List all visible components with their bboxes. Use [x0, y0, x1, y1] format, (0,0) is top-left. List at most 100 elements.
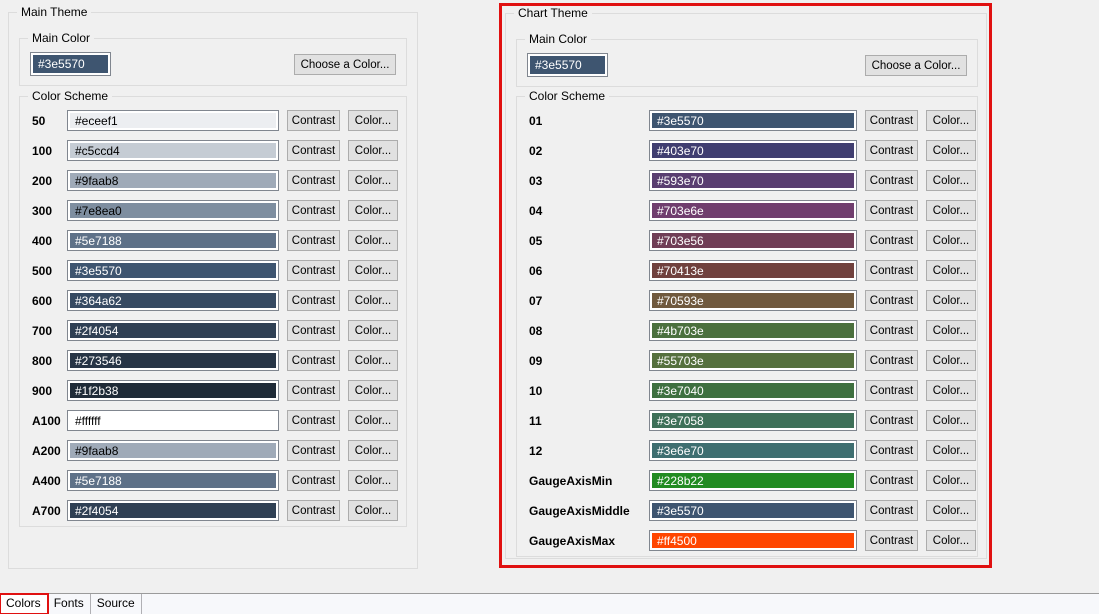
color-hex-field[interactable]: #70413e	[649, 260, 857, 281]
tab-fonts[interactable]: Fonts	[48, 594, 91, 614]
color-picker-button[interactable]: Color...	[926, 140, 976, 161]
contrast-button[interactable]: Contrast	[287, 320, 340, 341]
color-hex-field[interactable]: #9faab8	[67, 170, 279, 191]
color-picker-button[interactable]: Color...	[926, 320, 976, 341]
contrast-button[interactable]: Contrast	[865, 170, 918, 191]
color-picker-button[interactable]: Color...	[348, 440, 398, 461]
color-picker-button[interactable]: Color...	[348, 140, 398, 161]
color-picker-button[interactable]: Color...	[348, 230, 398, 251]
contrast-button[interactable]: Contrast	[287, 200, 340, 221]
color-hex-field[interactable]: #703e6e	[649, 200, 857, 221]
color-picker-button[interactable]: Color...	[926, 230, 976, 251]
main-color-field[interactable]: #3e5570	[527, 53, 608, 77]
contrast-button[interactable]: Contrast	[865, 470, 918, 491]
contrast-button[interactable]: Contrast	[287, 410, 340, 431]
contrast-button[interactable]: Contrast	[865, 410, 918, 431]
color-picker-button[interactable]: Color...	[926, 410, 976, 431]
color-hex-field[interactable]: #403e70	[649, 140, 857, 161]
color-hex-field[interactable]: #55703e	[649, 350, 857, 371]
contrast-button[interactable]: Contrast	[865, 380, 918, 401]
color-hex-field[interactable]: #4b703e	[649, 320, 857, 341]
color-picker-button[interactable]: Color...	[348, 110, 398, 131]
contrast-button[interactable]: Contrast	[287, 230, 340, 251]
color-scheme-row: 02#403e70ContrastColor...	[529, 140, 971, 161]
color-hex-field[interactable]: #703e56	[649, 230, 857, 251]
main-color-field[interactable]: #3e5570	[30, 52, 111, 76]
color-hex-field[interactable]: #3e7040	[649, 380, 857, 401]
contrast-button[interactable]: Contrast	[865, 200, 918, 221]
scheme-key-label: 50	[32, 114, 67, 128]
contrast-button[interactable]: Contrast	[865, 500, 918, 521]
color-picker-button[interactable]: Color...	[348, 500, 398, 521]
contrast-button[interactable]: Contrast	[287, 350, 340, 371]
color-hex-field[interactable]: #3e7058	[649, 410, 857, 431]
choose-color-button[interactable]: Choose a Color...	[294, 54, 396, 75]
contrast-button[interactable]: Contrast	[865, 440, 918, 461]
contrast-button[interactable]: Contrast	[287, 290, 340, 311]
color-hex-field[interactable]: #70593e	[649, 290, 857, 311]
contrast-button[interactable]: Contrast	[865, 140, 918, 161]
color-hex-field[interactable]: #5e7188	[67, 470, 279, 491]
color-picker-button[interactable]: Color...	[926, 170, 976, 191]
contrast-button[interactable]: Contrast	[865, 260, 918, 281]
contrast-button[interactable]: Contrast	[287, 470, 340, 491]
color-hex-field[interactable]: #ffffff	[67, 410, 279, 431]
tab-source[interactable]: Source	[91, 594, 142, 614]
contrast-button[interactable]: Contrast	[287, 260, 340, 281]
contrast-button[interactable]: Contrast	[865, 530, 918, 551]
color-hex-field[interactable]: #ff4500	[649, 530, 857, 551]
color-hex-field[interactable]: #2f4054	[67, 500, 279, 521]
contrast-button[interactable]: Contrast	[287, 380, 340, 401]
color-hex-field[interactable]: #c5ccd4	[67, 140, 279, 161]
color-picker-button[interactable]: Color...	[348, 350, 398, 371]
choose-color-button[interactable]: Choose a Color...	[865, 55, 967, 76]
color-hex-field[interactable]: #228b22	[649, 470, 857, 491]
scheme-key-label: 09	[529, 354, 649, 368]
contrast-button[interactable]: Contrast	[287, 110, 340, 131]
color-hex-field[interactable]: #5e7188	[67, 230, 279, 251]
color-hex-field[interactable]: #364a62	[67, 290, 279, 311]
tab-colors[interactable]: Colors	[0, 594, 48, 614]
color-picker-button[interactable]: Color...	[926, 200, 976, 221]
contrast-button[interactable]: Contrast	[865, 320, 918, 341]
contrast-button[interactable]: Contrast	[865, 290, 918, 311]
color-picker-button[interactable]: Color...	[348, 470, 398, 491]
contrast-button[interactable]: Contrast	[287, 440, 340, 461]
color-hex-field[interactable]: #eceef1	[67, 110, 279, 131]
color-hex-field[interactable]: #1f2b38	[67, 380, 279, 401]
color-hex-field[interactable]: #2f4054	[67, 320, 279, 341]
color-scheme-group: Color Scheme 01#3e5570ContrastColor...02…	[516, 96, 978, 557]
color-picker-button[interactable]: Color...	[348, 290, 398, 311]
color-hex-field[interactable]: #3e5570	[67, 260, 279, 281]
color-picker-button[interactable]: Color...	[926, 260, 976, 281]
contrast-button[interactable]: Contrast	[287, 500, 340, 521]
color-picker-button[interactable]: Color...	[348, 260, 398, 281]
color-hex-field[interactable]: #593e70	[649, 170, 857, 191]
color-picker-button[interactable]: Color...	[926, 500, 976, 521]
color-picker-button[interactable]: Color...	[926, 290, 976, 311]
color-hex-field[interactable]: #3e6e70	[649, 440, 857, 461]
color-picker-button[interactable]: Color...	[926, 350, 976, 371]
color-picker-button[interactable]: Color...	[926, 110, 976, 131]
color-hex-field[interactable]: #273546	[67, 350, 279, 371]
color-swatch-fill: #c5ccd4	[70, 143, 276, 158]
color-picker-button[interactable]: Color...	[348, 200, 398, 221]
color-picker-button[interactable]: Color...	[348, 410, 398, 431]
color-hex-field[interactable]: #7e8ea0	[67, 200, 279, 221]
color-hex-field[interactable]: #9faab8	[67, 440, 279, 461]
color-picker-button[interactable]: Color...	[926, 530, 976, 551]
color-picker-button[interactable]: Color...	[348, 170, 398, 191]
color-picker-button[interactable]: Color...	[926, 380, 976, 401]
contrast-button[interactable]: Contrast	[865, 110, 918, 131]
color-hex-field[interactable]: #3e5570	[649, 500, 857, 521]
contrast-button[interactable]: Contrast	[287, 140, 340, 161]
scheme-key-label: GaugeAxisMin	[529, 474, 649, 488]
contrast-button[interactable]: Contrast	[865, 230, 918, 251]
contrast-button[interactable]: Contrast	[287, 170, 340, 191]
color-picker-button[interactable]: Color...	[926, 470, 976, 491]
color-hex-field[interactable]: #3e5570	[649, 110, 857, 131]
contrast-button[interactable]: Contrast	[865, 350, 918, 371]
color-picker-button[interactable]: Color...	[348, 320, 398, 341]
color-picker-button[interactable]: Color...	[926, 440, 976, 461]
color-picker-button[interactable]: Color...	[348, 380, 398, 401]
